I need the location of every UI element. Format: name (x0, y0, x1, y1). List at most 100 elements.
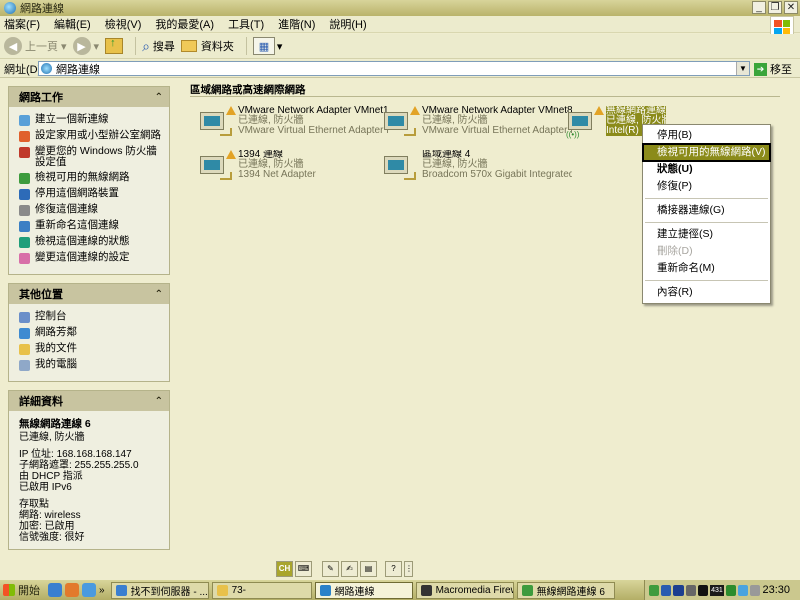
restore-button[interactable]: ❐ (768, 1, 782, 14)
task-change-settings[interactable]: 變更這個連線的設定 (19, 252, 163, 264)
keyboard-icon[interactable]: ⌨ (295, 561, 312, 577)
connection-vmnet1[interactable]: VMware Network Adapter VMnet1 已連線, 防火牆 V… (196, 106, 388, 140)
connection-lan-4[interactable]: 區域連線 4 已連線, 防火牆 Broadcom 570x Gigabit In… (380, 150, 572, 184)
update-tray-icon[interactable] (738, 584, 749, 596)
task-view-status[interactable]: 檢視這個連線的狀態 (19, 236, 163, 248)
browser-icon[interactable] (82, 583, 96, 597)
help-icon[interactable]: ? (385, 561, 402, 577)
task-home-network[interactable]: 設定家用或小型辦公室網路 (19, 130, 163, 142)
language-indicator[interactable]: CH (276, 561, 293, 577)
task-rename-connection[interactable]: 重新命名這個連線 (19, 220, 163, 232)
details-header[interactable]: 詳細資料 ⌃ (9, 391, 169, 411)
menu-item-repair[interactable]: 修復(P) (643, 178, 770, 195)
forward-button[interactable]: ▶ ▾ (72, 37, 100, 55)
go-button[interactable]: ➔ 移至 (754, 61, 792, 77)
start-button[interactable]: 開始 (0, 580, 44, 600)
menu-item-create-shortcut[interactable]: 建立捷徑(S) (643, 226, 770, 243)
address-bar: 網址(D) 網路連線 ▼ ➔ 移至 (0, 60, 800, 78)
task-repair-connection[interactable]: 修復這個連線 (19, 204, 163, 216)
tray-counter[interactable]: 431 (710, 584, 724, 596)
menu-item-rename[interactable]: 重新命名(M) (643, 260, 770, 277)
task-folder[interactable]: 73- (211, 581, 312, 599)
details-ip: IP 位址: 168.168.168.147 (19, 449, 132, 460)
task-macromedia[interactable]: Macromedia Firew... (415, 581, 514, 599)
menu-advanced[interactable]: 進階(N) (278, 16, 315, 32)
folders-label: 資料夾 (200, 41, 234, 53)
menu-view[interactable]: 檢視(V) (105, 16, 142, 32)
menu-item-status[interactable]: 狀態(U) (643, 161, 770, 178)
network-connections-icon (41, 63, 52, 74)
clock[interactable]: 23:30 (762, 584, 790, 596)
window-controls: _ ❐ ✕ (752, 1, 798, 14)
task-browser[interactable]: 找不到伺服器 - ... (110, 581, 209, 599)
task-network-connections[interactable]: 網路連線 (314, 581, 413, 599)
handwriting-icon[interactable]: ✍ (341, 561, 358, 577)
menu-favorites[interactable]: 我的最愛(A) (155, 16, 214, 32)
go-label: 移至 (770, 64, 792, 76)
quick-launch-more-icon[interactable]: » (99, 585, 105, 596)
collapse-icon[interactable]: ⌃ (155, 92, 163, 103)
collapse-icon[interactable]: ⌃ (155, 396, 163, 407)
place-my-computer[interactable]: 我的電腦 (19, 359, 163, 371)
views-button[interactable]: ▦ ▾ (252, 37, 282, 55)
other-places-header[interactable]: 其他位置 ⌃ (9, 284, 169, 304)
menu-item-view-wireless[interactable]: 檢視可用的無線網路(V) (642, 143, 771, 162)
details-connection-name: 無線網路連線 6 (19, 418, 91, 430)
pen-icon[interactable]: ✎ (322, 561, 339, 577)
address-dropdown-icon[interactable]: ▼ (736, 62, 749, 75)
connection-vmnet8[interactable]: VMware Network Adapter VMnet8 已連線, 防火牆 V… (380, 106, 572, 140)
media-player-icon[interactable] (65, 583, 79, 597)
connection-1394[interactable]: 1394 連線 已連線, 防火牆 1394 Net Adapter (196, 150, 316, 184)
toolbar: ◀ 上一頁 ▾ ▶ ▾ ↑ ⌕ 搜尋 資料夾 ▦ ▾ (0, 34, 800, 59)
internet-explorer-icon[interactable] (48, 583, 62, 597)
back-label: 上一頁 (25, 41, 58, 53)
langbar-options-icon[interactable]: ⋮ (404, 561, 413, 577)
other-places-panel: 其他位置 ⌃ 控制台 網路芳鄰 我的文件 我的電腦 (8, 283, 170, 382)
status-tray-icon[interactable] (725, 584, 736, 596)
address-input[interactable]: 網路連線 ▼ (38, 61, 750, 76)
menu-item-properties[interactable]: 內容(R) (643, 284, 770, 301)
place-network-places[interactable]: 網路芳鄰 (19, 327, 163, 339)
volume-tray-icon[interactable] (685, 584, 696, 596)
input-pad-icon[interactable]: ▤ (360, 561, 377, 577)
details-dhcp: 由 DHCP 指派 (19, 471, 83, 482)
task-view-wireless[interactable]: 檢視可用的無線網路 (19, 172, 163, 184)
details-network: 網路: wireless (19, 510, 81, 521)
ie-icon (115, 584, 127, 596)
network-tasks-title: 網路工作 (19, 92, 63, 104)
new-connection-icon (19, 115, 30, 126)
place-label: 我的電腦 (35, 358, 77, 370)
network-tasks-header[interactable]: 網路工作 ⌃ (9, 87, 169, 107)
network-connections-icon (319, 584, 331, 596)
details-mask: 子網路遮罩: 255.255.255.0 (19, 460, 139, 471)
place-control-panel[interactable]: 控制台 (19, 311, 163, 323)
menu-tools[interactable]: 工具(T) (228, 16, 264, 32)
minimize-button[interactable]: _ (752, 1, 766, 14)
network-connections-icon (4, 2, 16, 14)
menu-file[interactable]: 檔案(F) (4, 16, 40, 32)
up-folder-button[interactable]: ↑ (105, 37, 124, 54)
forward-arrow-icon: ▶ (72, 37, 91, 55)
search-icon: ⌕ (142, 37, 150, 54)
task-firewall-settings[interactable]: 變更您的 Windows 防火牆設定值 (19, 146, 163, 168)
menu-item-bridge[interactable]: 橋接器連線(G) (643, 202, 770, 219)
forward-dropdown-icon: ▾ (93, 40, 100, 53)
collapse-icon[interactable]: ⌃ (155, 289, 163, 300)
menu-edit[interactable]: 編輯(E) (54, 16, 91, 32)
wireless-tray-icon[interactable] (649, 584, 660, 596)
menu-help[interactable]: 說明(H) (329, 16, 366, 32)
folders-button[interactable]: 資料夾 (180, 38, 234, 54)
close-button[interactable]: ✕ (784, 1, 798, 14)
network-tray-icon[interactable] (661, 584, 672, 596)
menu-item-disable[interactable]: 停用(B) (643, 127, 770, 144)
clock-tray-icon[interactable] (750, 584, 761, 596)
back-button[interactable]: ◀ 上一頁 ▾ (4, 37, 67, 55)
address-value: 網路連線 (56, 63, 100, 76)
task-wireless-6[interactable]: 無線網路連線 6 (516, 581, 615, 599)
place-my-documents[interactable]: 我的文件 (19, 343, 163, 355)
app-tray-icon[interactable] (697, 584, 709, 596)
shield-tray-icon[interactable] (673, 584, 684, 596)
task-disable-device[interactable]: 停用這個網路裝置 (19, 188, 163, 200)
search-button[interactable]: ⌕ 搜尋 (142, 38, 175, 55)
task-new-connection[interactable]: 建立一個新連線 (19, 114, 163, 126)
